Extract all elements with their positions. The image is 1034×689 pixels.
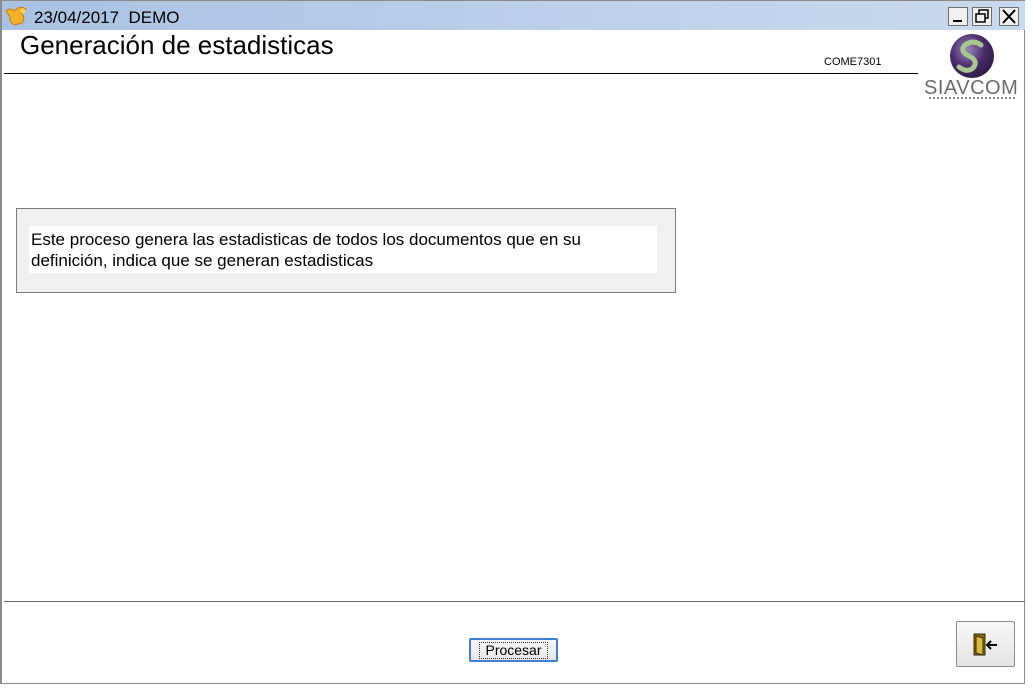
header-divider: [4, 73, 918, 74]
app-icon: [5, 6, 27, 26]
process-button-label: Procesar: [479, 641, 548, 659]
close-icon: [1002, 9, 1016, 24]
footer-divider: [4, 601, 1025, 602]
exit-button[interactable]: [956, 621, 1015, 667]
minimize-icon: [953, 20, 962, 22]
form-code: COME7301: [824, 56, 882, 68]
title-bar[interactable]: 23/04/2017 DEMO: [2, 1, 1025, 30]
info-message: Este proceso genera las estadisticas de …: [31, 230, 582, 270]
restore-button[interactable]: [972, 7, 992, 26]
page-title: Generación de estadisticas: [20, 30, 334, 60]
restore-icon: [975, 9, 989, 23]
minimize-button[interactable]: [948, 7, 968, 26]
window-title: 23/04/2017 DEMO: [34, 8, 180, 27]
logo-tagline: [929, 97, 1015, 102]
process-button[interactable]: Procesar: [469, 638, 558, 662]
main-window: 23/04/2017 DEMO Generación de estadistic…: [0, 0, 1025, 684]
info-panel: Este proceso genera las estadisticas de …: [16, 208, 676, 293]
info-text-area: Este proceso genera las estadisticas de …: [29, 226, 657, 273]
exit-door-icon: [973, 633, 997, 656]
close-button[interactable]: [999, 7, 1019, 26]
